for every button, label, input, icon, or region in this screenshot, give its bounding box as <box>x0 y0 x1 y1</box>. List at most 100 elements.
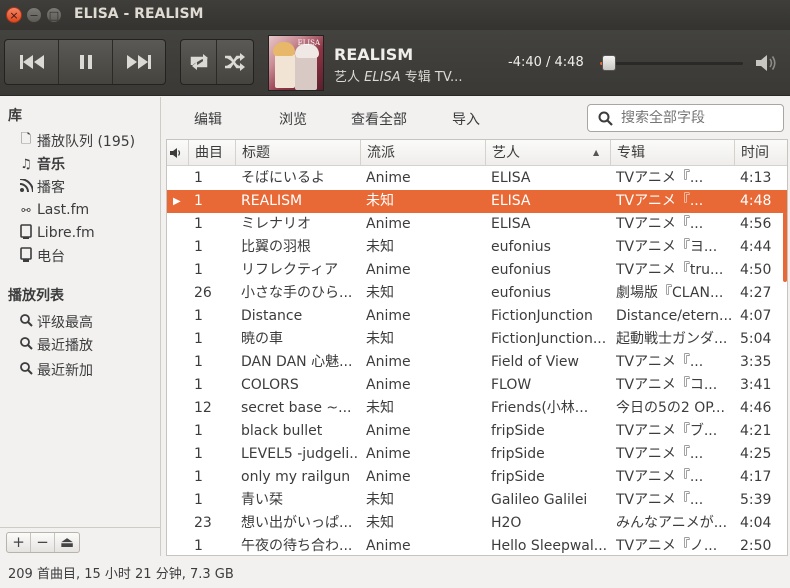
table-row[interactable]: 12 secret base ~... 未知 Friends(小林... 今日の5の2 … <box>167 397 787 420</box>
table-row[interactable]: 23 想い出がいっぱ... 未知 H2O みんなアニメが... 4:04 <box>167 512 787 535</box>
track-cell: 1 <box>194 216 203 232</box>
time-display[interactable]: -4:40 / 4:48 <box>508 55 584 70</box>
table-row[interactable]: 26 小さな手のひら... 未知 eufonius 劇場版『CLAN... 4:27 <box>167 282 787 305</box>
time-cell: 2:50 <box>740 538 772 554</box>
genre-cell: Anime <box>366 538 411 554</box>
table-row[interactable]: 1 black bullet Anime fripSide TVアニメ『ブ... 4:21 <box>167 420 787 443</box>
title-cell: 青い栞 <box>241 492 283 508</box>
time-cell: 4:27 <box>740 285 772 301</box>
repeat-button[interactable] <box>181 40 217 84</box>
scrollbar-thumb[interactable] <box>783 212 787 282</box>
playlists-header: 播放列表 <box>8 288 64 304</box>
time-cell: 3:41 <box>740 377 772 393</box>
edit-button[interactable]: 编辑 <box>194 109 222 129</box>
column-header-album[interactable]: 专辑 <box>611 140 735 166</box>
sidebar-item-lastfm[interactable]: ⚯ Last.fm <box>18 200 89 220</box>
album-cell: Distance/etern... <box>616 308 733 324</box>
previous-button[interactable] <box>5 40 59 84</box>
track-cell: 1 <box>194 377 203 393</box>
view-all-button[interactable]: 查看全部 <box>351 109 407 129</box>
track-cell: 1 <box>194 239 203 255</box>
sidebar-item-radio[interactable]: 电台 <box>18 246 65 266</box>
artist-cell: Friends(小林... <box>491 400 589 416</box>
minimize-window-button[interactable]: − <box>26 7 42 23</box>
table-row[interactable]: 1 COLORS Anime FLOW TVアニメ『コ... 3:41 <box>167 374 787 397</box>
album-cell: TVアニメ『... <box>616 469 704 485</box>
table-row[interactable]: 1 Distance Anime FictionJunction Distance/et… <box>167 305 787 328</box>
search-box[interactable] <box>587 104 784 132</box>
column-header-artist[interactable]: 艺人 ▲ <box>486 140 611 166</box>
maximize-window-button[interactable]: □ <box>46 7 62 23</box>
album-cell: TVアニメ『... <box>616 216 704 232</box>
time-cell: 5:04 <box>740 331 772 347</box>
now-playing-artist: ELISA <box>364 70 401 85</box>
table-row[interactable]: 1 only my railgun Anime fripSide TVアニメ『... 4:… <box>167 466 787 489</box>
add-playlist-button[interactable]: + <box>7 533 31 552</box>
close-window-button[interactable]: × <box>6 7 22 23</box>
sidebar-toolbar: + − ⏏ <box>0 527 160 556</box>
track-cell: 1 <box>194 193 203 209</box>
sidebar-item-recently-played[interactable]: 最近播放 <box>18 335 93 355</box>
artist-cell: eufonius <box>491 239 551 255</box>
status-bar: 209 首曲目, 15 小时 21 分钟, 7.3 GB <box>8 567 234 582</box>
title-cell: リフレクティア <box>241 262 339 278</box>
search-input[interactable] <box>621 110 771 126</box>
sidebar-item-recently-added[interactable]: 最近新加 <box>18 360 93 380</box>
time-cell: 5:39 <box>740 492 772 508</box>
time-cell: 4:13 <box>740 170 772 186</box>
library-header: 库 <box>8 108 22 124</box>
table-row[interactable]: 1 青い栞 未知 Galileo Galilei TVアニメ『... 5:39 <box>167 489 787 512</box>
track-table: 曲目 标题 流派 艺人 ▲ 专辑 时间 1 そばにいるよ Anime ELISA TVア… <box>166 139 788 556</box>
album-cell: TVアニメ『... <box>616 446 704 462</box>
pause-button[interactable] <box>59 40 113 84</box>
track-cell: 1 <box>194 331 203 347</box>
artist-cell: fripSide <box>491 446 545 462</box>
seek-slider[interactable] <box>600 62 743 65</box>
track-cell: 1 <box>194 538 203 554</box>
shuffle-button[interactable] <box>217 40 253 84</box>
browse-button[interactable]: 浏览 <box>279 109 307 129</box>
mode-controls <box>180 39 254 85</box>
table-row[interactable]: 1 そばにいるよ Anime ELISA TVアニメ『... 4:13 <box>167 167 787 190</box>
column-header-time[interactable]: 时间 <box>735 140 787 166</box>
sidebar-item-play-queue[interactable]: 🗋 播放队列 (195) <box>18 131 135 151</box>
now-playing-subtitle: 艺人 ELISA 专辑 TV... <box>334 70 463 85</box>
sidebar-item-podcasts[interactable]: 播客 <box>18 177 65 197</box>
table-row[interactable]: 1 午夜の待ち合わ... Anime Hello Sleepwal... TVアニメ『ノ… <box>167 535 787 555</box>
remove-playlist-button[interactable]: − <box>31 533 55 552</box>
table-row[interactable]: 1 ミレナリオ Anime ELISA TVアニメ『... 4:56 <box>167 213 787 236</box>
import-button[interactable]: 导入 <box>452 109 480 129</box>
eject-button[interactable]: ⏏ <box>55 533 79 552</box>
column-header-title[interactable]: 标题 <box>236 140 361 166</box>
table-row[interactable]: ▶ 1 REALISM 未知 ELISA TVアニメ『... 4:48 <box>167 190 787 213</box>
lastfm-icon: ⚯ <box>21 203 31 217</box>
column-header-now-playing[interactable] <box>167 140 189 166</box>
volume-icon[interactable] <box>756 54 778 72</box>
table-row[interactable]: 1 LEVEL5 -judgeli... Anime fripSide TVアニメ『..… <box>167 443 787 466</box>
pause-icon <box>79 55 92 69</box>
next-button[interactable] <box>113 40 165 84</box>
track-cell: 1 <box>194 354 203 370</box>
seek-handle[interactable] <box>602 55 616 71</box>
column-header-track[interactable]: 曲目 <box>189 140 236 166</box>
artist-cell: FictionJunction... <box>491 331 607 347</box>
main-area: 编辑 浏览 查看全部 导入 曲目 标题 流派 艺人 ▲ 专辑 时间 1 そばにいる… <box>162 97 790 556</box>
table-row[interactable]: 1 比翼の羽根 未知 eufonius TVアニメ『ヨ... 4:44 <box>167 236 787 259</box>
album-art[interactable]: ELISA <box>268 35 324 91</box>
table-row[interactable]: 1 リフレクティア Anime eufonius TVアニメ『tru... 4:50 <box>167 259 787 282</box>
genre-cell: 未知 <box>366 492 394 508</box>
time-cell: 4:25 <box>740 446 772 462</box>
title-cell: COLORS <box>241 377 299 393</box>
genre-cell: Anime <box>366 423 411 439</box>
sidebar-item-librefm[interactable]: Libre.fm <box>18 223 95 243</box>
sidebar-item-top-rated[interactable]: 评级最高 <box>18 312 93 332</box>
table-row[interactable]: 1 暁の車 未知 FictionJunction... 起動戦士ガンダ... 5:04 <box>167 328 787 351</box>
column-header-genre[interactable]: 流派 <box>361 140 486 166</box>
sidebar-item-music[interactable]: ♫ 音乐 <box>18 154 65 174</box>
table-row[interactable]: 1 DAN DAN 心魅... Anime Field of View TVアニメ『..… <box>167 351 787 374</box>
track-cell: 1 <box>194 308 203 324</box>
artist-cell: fripSide <box>491 423 545 439</box>
album-cell: TVアニメ『... <box>616 354 704 370</box>
artist-cell: ELISA <box>491 216 531 232</box>
document-icon: 🗋 <box>20 132 32 147</box>
